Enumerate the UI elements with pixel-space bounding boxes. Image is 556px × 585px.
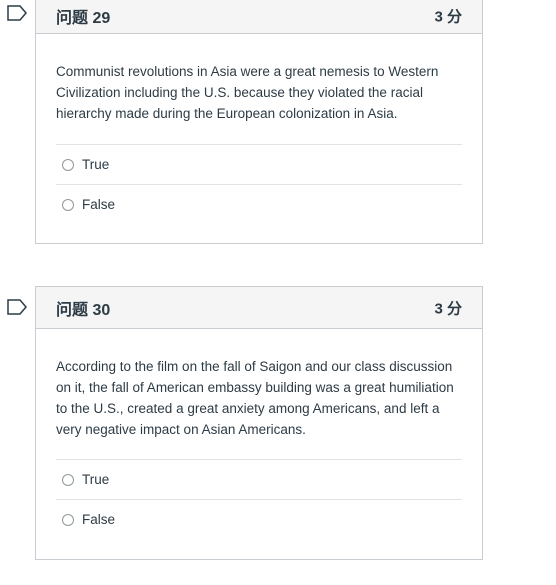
answer-label: False (82, 197, 116, 212)
question-text: Communist revolutions in Asia were a gre… (56, 64, 439, 121)
question-body: According to the film on the fall of Sai… (36, 329, 482, 539)
radio-unchecked-icon[interactable] (62, 473, 74, 486)
question-points: 3 分 (434, 8, 462, 26)
question-card: 问题 29 3 分 Communist revolutions in Asia … (35, 0, 483, 244)
question-body: Communist revolutions in Asia were a gre… (36, 34, 482, 224)
question-header: 问题 29 3 分 (36, 0, 482, 34)
question-header: 问题 30 3 分 (36, 287, 482, 329)
answer-label: True (82, 472, 110, 487)
answer-label: True (82, 157, 110, 172)
flag-question-icon[interactable] (7, 299, 27, 315)
answer-list: True False (56, 459, 462, 539)
radio-unchecked-icon[interactable] (62, 513, 74, 526)
answer-option-false[interactable]: False (56, 500, 462, 539)
radio-unchecked-icon[interactable] (62, 158, 74, 171)
radio-unchecked-icon[interactable] (62, 198, 74, 211)
question-text: According to the film on the fall of Sai… (56, 359, 454, 437)
answer-list: True False (56, 144, 462, 224)
question-points: 3 分 (434, 300, 462, 317)
question-title: 问题 30 (56, 301, 111, 319)
quiz-page: 问题 29 3 分 Communist revolutions in Asia … (0, 0, 556, 585)
answer-option-false[interactable]: False (56, 185, 462, 224)
answer-option-true[interactable]: True (56, 460, 462, 500)
answer-option-true[interactable]: True (56, 145, 462, 185)
question-title: 问题 29 (56, 10, 111, 27)
flag-question-icon[interactable] (7, 5, 27, 21)
question-card: 问题 30 3 分 According to the film on the f… (35, 286, 483, 560)
answer-label: False (82, 512, 116, 527)
